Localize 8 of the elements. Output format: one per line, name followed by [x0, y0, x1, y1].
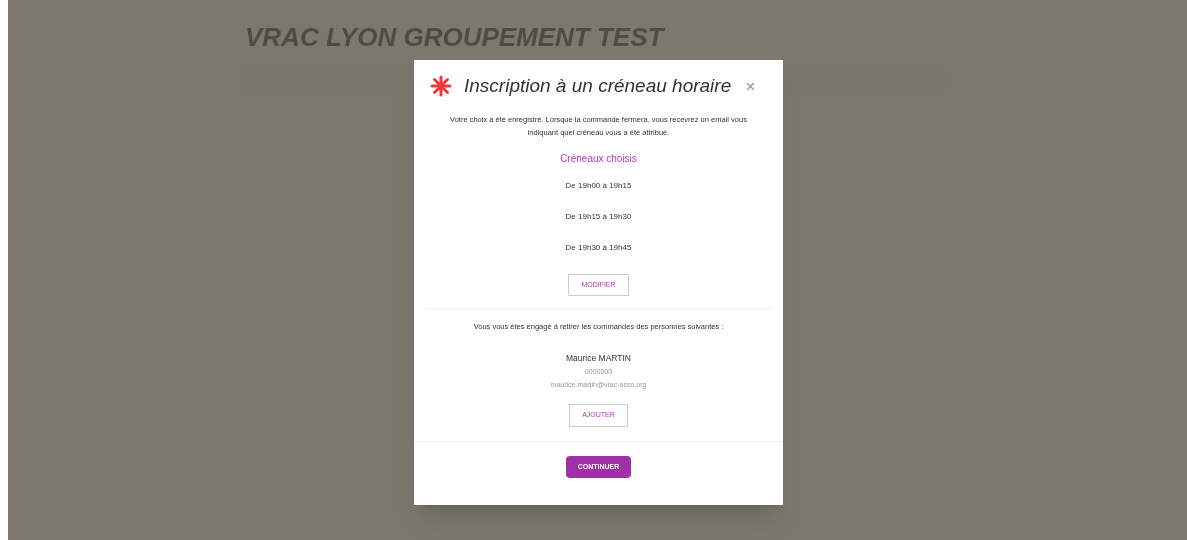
asterisk-icon: [430, 75, 452, 98]
modal-title: Inscription à un créneau horaire: [464, 74, 733, 98]
time-slot: De 19h15 à 19h30: [565, 210, 632, 223]
time-slot: De 19h30 à 19h45: [565, 241, 632, 254]
close-icon[interactable]: [746, 81, 755, 91]
time-slot: De 19h00 à 19h15: [565, 179, 632, 192]
person-name: Maurice MARTIN: [566, 352, 631, 365]
slots-heading: Créneaux choisis: [560, 151, 637, 166]
